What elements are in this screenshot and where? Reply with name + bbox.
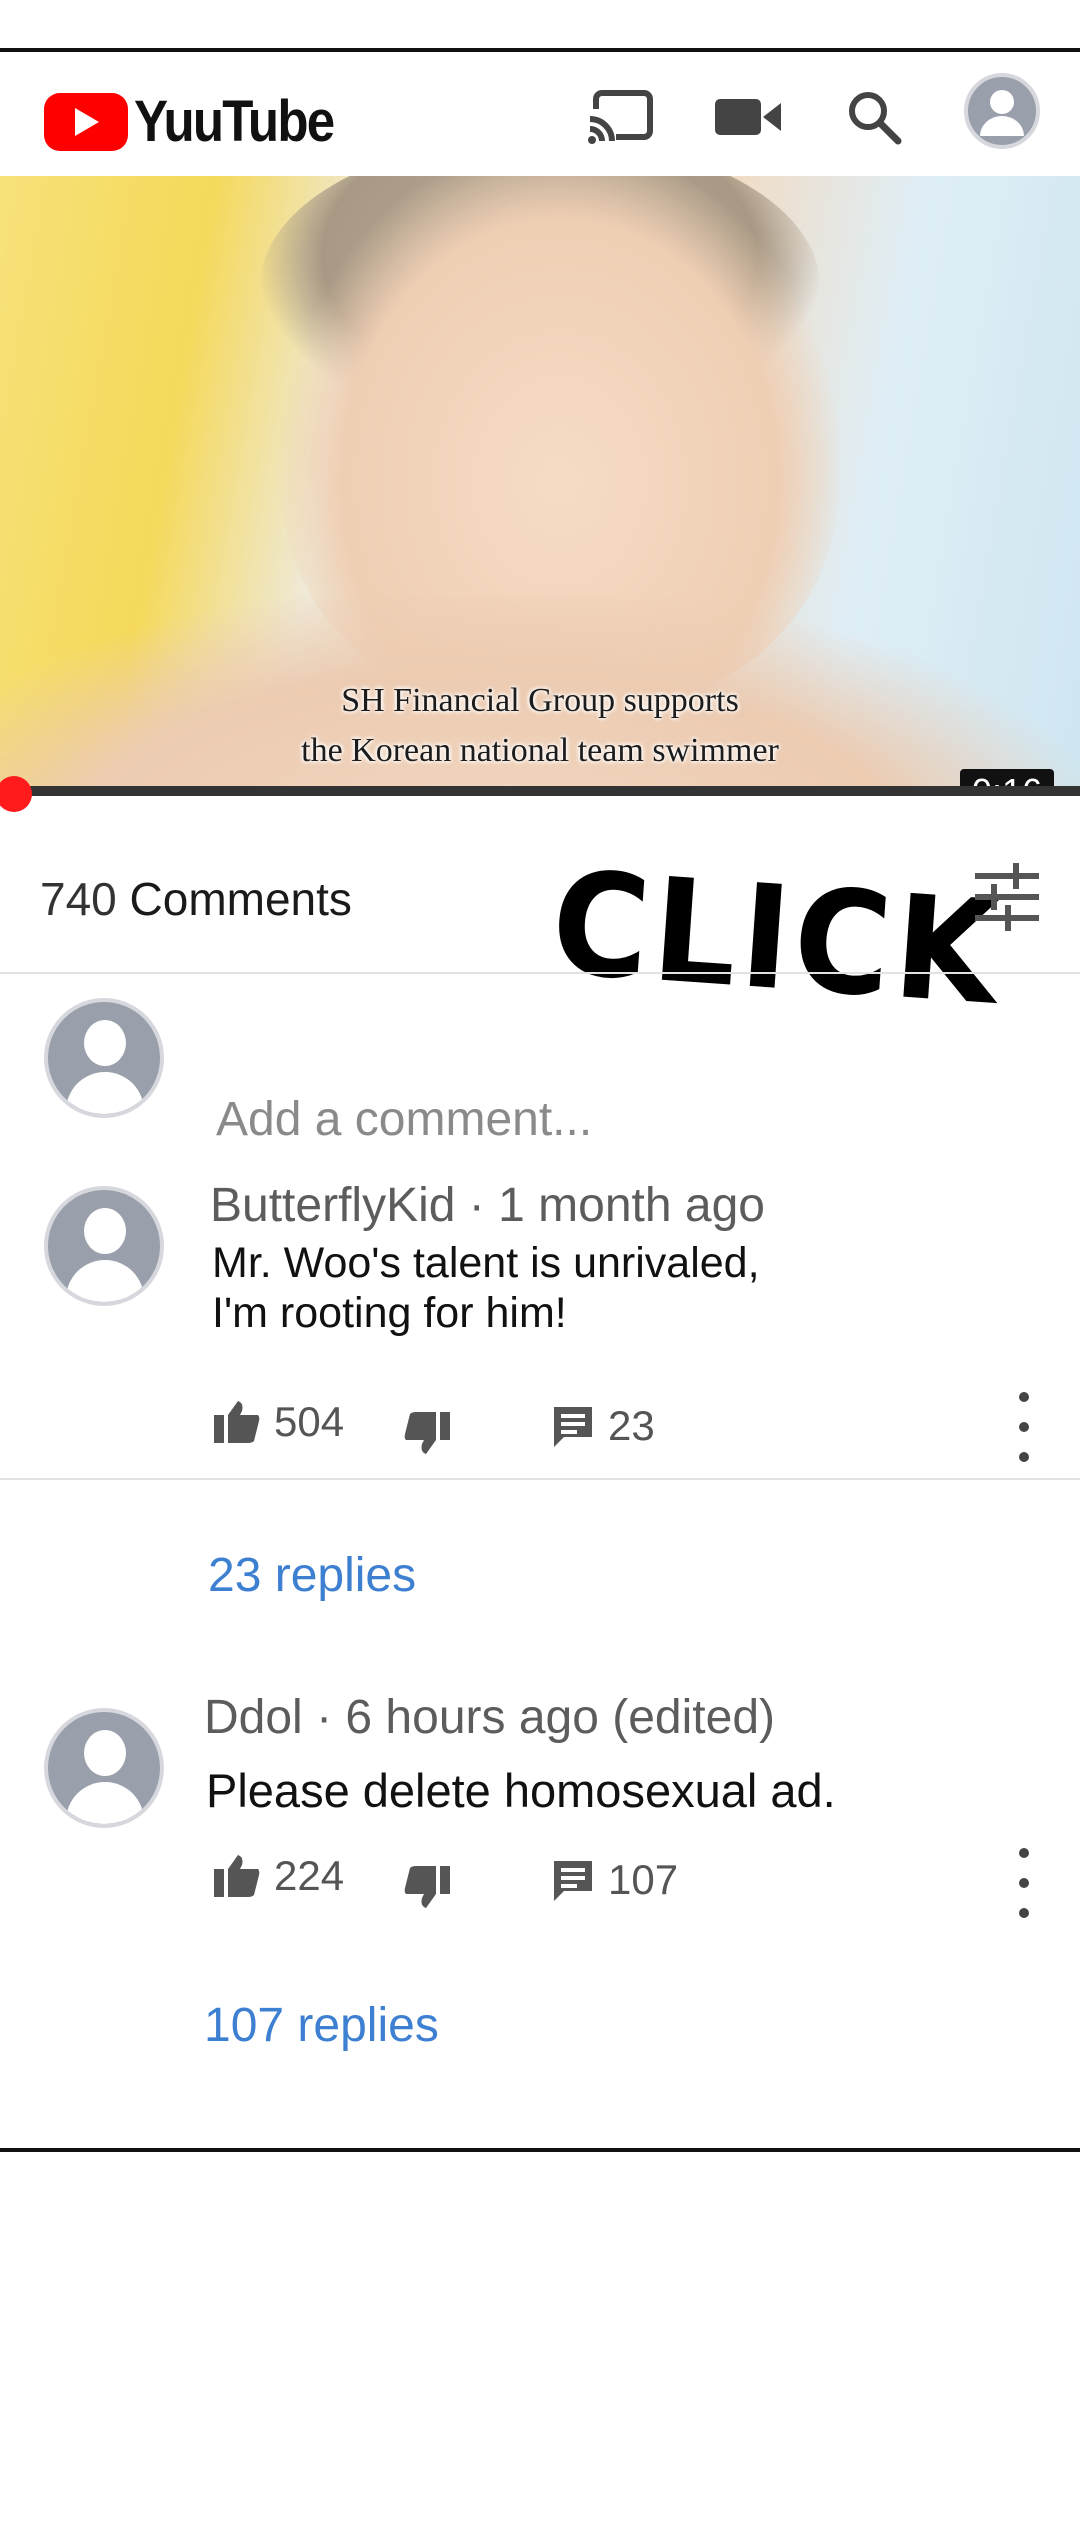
comment-meta: ButterflyKid · 1 month ago [210,1178,765,1233]
thumbs-up-icon [214,1855,260,1897]
app-name: YuuTube [134,89,335,154]
thumbs-down-icon [404,1866,450,1908]
sort-icon[interactable] [972,862,1042,932]
subtitle-line: SH Financial Group supports [341,682,739,719]
more-options-icon[interactable] [1014,1848,1034,1918]
dislike-button[interactable] [404,1412,464,1454]
comment-text: Mr. Woo's talent is unrivaled, I'm rooti… [212,1238,760,1338]
thumbs-down-icon [404,1412,450,1454]
avatar [44,998,164,1118]
divider [0,972,1080,974]
meta-separator: · [316,1691,333,1744]
comment-icon [554,1407,592,1447]
camera-icon[interactable] [708,82,788,152]
like-count: 224 [274,1852,345,1899]
reply-count: 23 [608,1402,655,1449]
divider [0,1478,1080,1480]
comment-author[interactable]: ButterflyKid [210,1179,455,1232]
top-bar: YuuTube [0,52,1080,176]
view-replies-link[interactable]: 107 replies [204,1998,439,2053]
video-player[interactable]: SH Financial Group supports the Korean n… [0,176,1080,786]
comments-label: Comments [129,873,352,925]
account-icon[interactable] [962,73,1042,149]
video-subtitle: SH Financial Group supports the Korean n… [0,676,1080,786]
reply-button[interactable]: 107 [552,1856,678,1904]
comments-count: 740 [40,873,117,925]
app-logo[interactable]: YuuTube [44,88,361,155]
comment-author[interactable]: Ddol [204,1691,303,1744]
comment-text-line: I'm rooting for him! [212,1289,567,1337]
avatar[interactable] [44,1708,164,1828]
subtitle-line: Woo Seungwon. [0,776,1080,786]
comment-text-line: Mr. Woo's talent is unrivaled, [212,1239,760,1287]
comment-time: 6 hours ago (edited) [345,1691,775,1744]
progress-scrubber[interactable] [0,776,32,812]
reply-button[interactable]: 23 [552,1402,655,1450]
like-button[interactable]: 224 [214,1852,344,1900]
thumbs-up-icon [214,1401,260,1443]
add-comment-input[interactable]: Add a comment... [216,1092,592,1147]
comment-icon [554,1861,592,1901]
comment-time: 1 month ago [498,1179,765,1232]
dislike-button[interactable] [404,1866,464,1908]
comment-meta: Ddol · 6 hours ago (edited) [204,1690,775,1745]
play-logo-icon [44,92,128,151]
comment-text-line: Please delete homosexual ad. [206,1764,836,1817]
comment-text: Please delete homosexual ad. [206,1766,836,1816]
meta-separator: · [468,1179,485,1232]
video-duration: 0:16 [959,769,1054,786]
more-options-icon[interactable] [1014,1392,1034,1462]
progress-bar[interactable] [0,786,1080,796]
avatar[interactable] [44,1186,164,1306]
click-overlay-text: CLICK [546,840,1007,1038]
view-replies-link[interactable]: 23 replies [208,1548,416,1603]
like-count: 504 [274,1398,345,1445]
cast-icon[interactable] [580,82,660,152]
comments-header: 740 Comments [40,872,352,926]
app-panel: YuuTube SH Financial Group supports the … [0,48,1080,2152]
like-button[interactable]: 504 [214,1398,344,1446]
subtitle-line: the Korean national team swimmer [301,732,779,769]
search-icon[interactable] [834,82,914,152]
reply-count: 107 [608,1856,679,1903]
